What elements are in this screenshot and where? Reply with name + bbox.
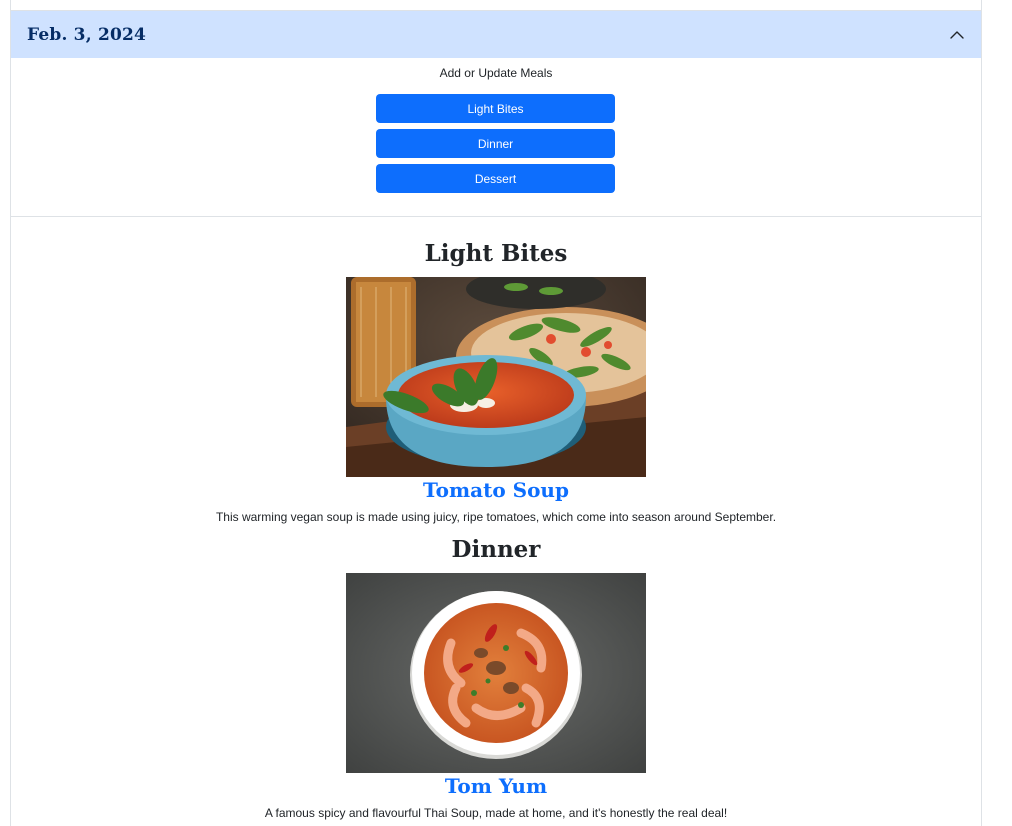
day-accordion: Feb. 3, 2024 Add or Update Meals Light B… bbox=[10, 0, 982, 826]
chevron-up-icon[interactable] bbox=[949, 27, 965, 43]
dessert-button[interactable]: Dessert bbox=[376, 164, 615, 193]
tom-yum-photo bbox=[346, 573, 646, 773]
meals-caption: Add or Update Meals bbox=[439, 66, 553, 80]
tomato-soup-photo bbox=[346, 277, 646, 477]
tom-yum-description: A famous spicy and flavourful Thai Soup,… bbox=[264, 806, 728, 820]
previous-item-edge bbox=[11, 0, 981, 11]
light-bites-button[interactable]: Light Bites bbox=[376, 94, 615, 123]
accordion-header[interactable]: Feb. 3, 2024 bbox=[11, 11, 981, 58]
tom-yum-title[interactable]: Tom Yum bbox=[11, 774, 981, 798]
tomato-soup-title[interactable]: Tomato Soup bbox=[11, 478, 981, 502]
accordion-date-title: Feb. 3, 2024 bbox=[27, 24, 147, 45]
dinner-button[interactable]: Dinner bbox=[376, 129, 615, 158]
dinner-heading: Dinner bbox=[451, 536, 541, 563]
meals-panel: Add or Update Meals Light Bites Dinner D… bbox=[11, 58, 981, 217]
tomato-soup-description: This warming vegan soup is made using ju… bbox=[215, 510, 777, 524]
light-bites-heading: Light Bites bbox=[424, 240, 568, 267]
